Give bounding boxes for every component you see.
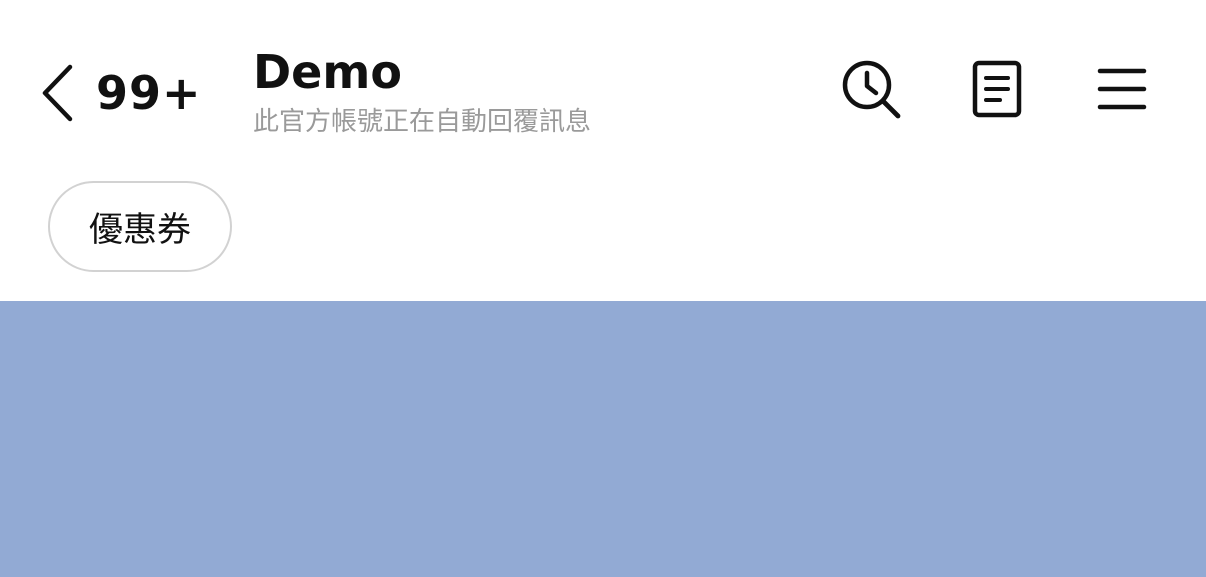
chevron-left-icon: [38, 63, 76, 123]
auto-reply-status: 此官方帳號正在自動回覆訊息: [253, 107, 592, 137]
menu-button[interactable]: [1089, 58, 1155, 124]
chat-area: [0, 301, 1206, 577]
search-history-icon: [840, 58, 902, 124]
unread-count: 99+: [96, 66, 202, 120]
back-button[interactable]: 99+: [38, 58, 202, 128]
notes-icon: [971, 60, 1023, 122]
chat-header: 99+ Demo 此官方帳號正在自動回覆訊息 優惠券: [0, 0, 1206, 301]
search-button[interactable]: [838, 58, 904, 124]
hamburger-menu-icon: [1097, 66, 1147, 116]
title-block: Demo 此官方帳號正在自動回覆訊息: [253, 42, 591, 138]
notes-button[interactable]: [964, 58, 1030, 124]
quick-reply-coupon[interactable]: 優惠券: [48, 181, 232, 272]
account-name: Demo: [253, 45, 402, 99]
